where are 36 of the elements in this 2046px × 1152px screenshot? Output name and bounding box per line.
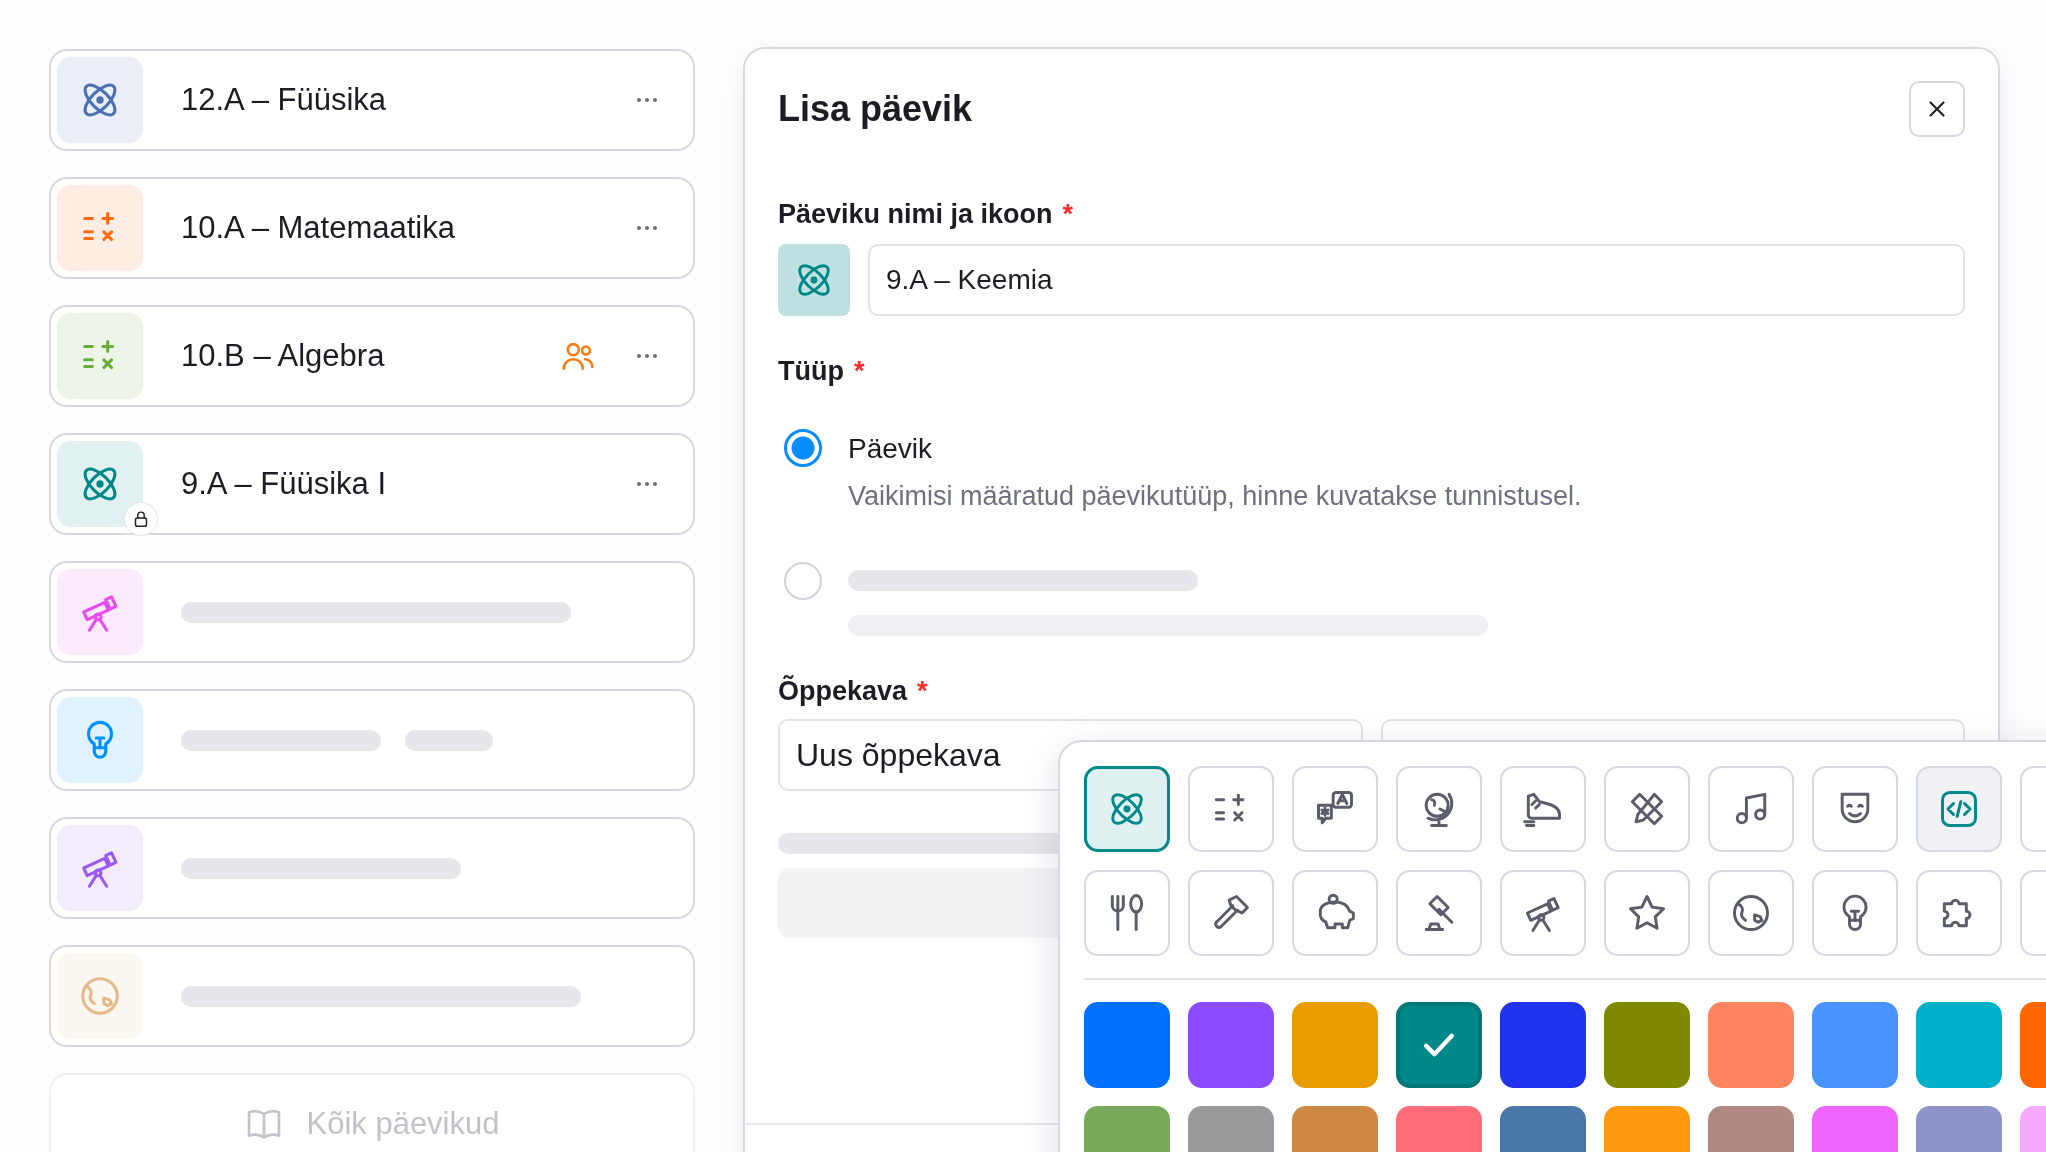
journal-title: 12.A – Füüsika xyxy=(181,82,388,118)
journal-title: 9.A – Füüsika I xyxy=(181,466,388,502)
radio-button[interactable] xyxy=(784,429,822,467)
close-button[interactable] xyxy=(1909,81,1965,137)
field-label: Tüüp xyxy=(778,356,844,387)
option-description: Vaikimisi määratud päevikutüüp, hinne kuvatakse tunnistusel. xyxy=(848,481,1582,512)
journal-title: 10.B – Algebra xyxy=(181,338,386,374)
field-label: Õppekava xyxy=(778,676,908,707)
more-icon[interactable] xyxy=(635,352,659,360)
color-swatch[interactable] xyxy=(1500,1002,1586,1088)
radio-button[interactable] xyxy=(784,562,822,600)
color-swatch[interactable] xyxy=(1916,1002,2002,1088)
color-swatch[interactable] xyxy=(1396,1002,1482,1088)
icon-option[interactable] xyxy=(1084,766,1170,852)
icon-picker-button[interactable] xyxy=(778,244,850,316)
color-swatch[interactable] xyxy=(1292,1002,1378,1088)
journal-card[interactable]: 10.A – Matemaatika xyxy=(49,177,695,279)
color-swatch[interactable] xyxy=(1708,1002,1794,1088)
journal-card[interactable]: 10.B – Algebra xyxy=(49,305,695,407)
journal-card[interactable]: 9.A – Füüsika I xyxy=(49,433,695,535)
journal-title: 10.A – Matemaatika xyxy=(181,210,456,246)
color-swatch[interactable] xyxy=(1812,1002,1898,1088)
dialog-title: Lisa päevik xyxy=(778,88,973,130)
required-mark: * xyxy=(1062,199,1074,230)
color-swatch[interactable] xyxy=(1084,1002,1170,1088)
required-mark: * xyxy=(917,676,928,707)
name-input[interactable]: 9.A – Keemia xyxy=(868,244,1965,316)
more-icon[interactable] xyxy=(635,96,659,104)
more-icon[interactable] xyxy=(635,224,659,232)
option-label: Päevik xyxy=(848,433,934,465)
color-swatch[interactable] xyxy=(1188,1002,1274,1088)
color-swatch[interactable] xyxy=(1604,1002,1690,1088)
required-mark: * xyxy=(854,356,865,387)
field-label: Päeviku nimi ja ikoon xyxy=(778,199,1053,230)
journal-card[interactable]: 12.A – Füüsika xyxy=(49,49,695,151)
more-icon[interactable] xyxy=(635,480,659,488)
